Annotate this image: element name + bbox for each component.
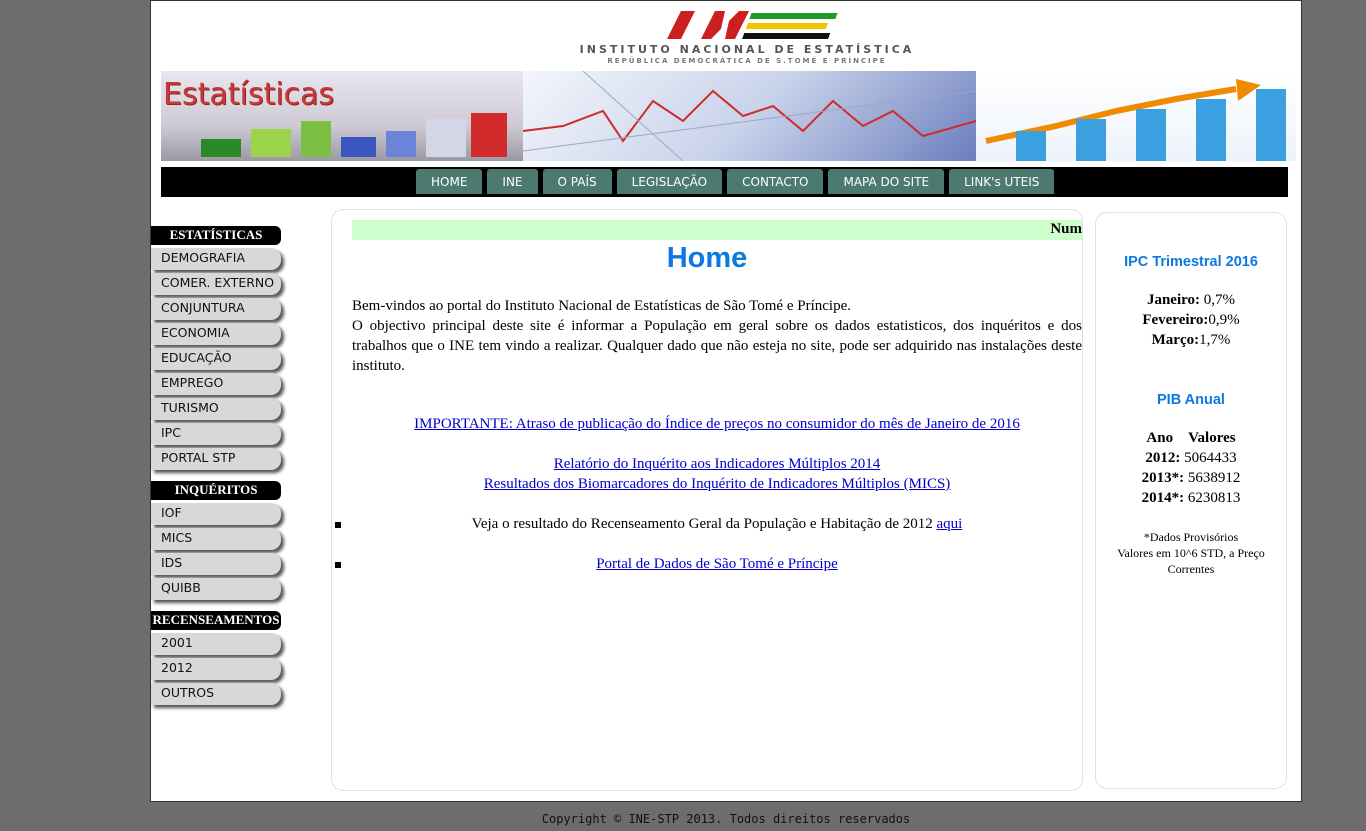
sidebar-title-inqueritos: INQUÉRITOS (151, 481, 281, 500)
important-notice-link[interactable]: IMPORTANTE: Atraso de publicação do Índi… (414, 416, 1020, 432)
logo-subtitle: REPÚBLICA DEMOCRÁTICA DE S.TOMÉ E PRÍNCI… (607, 57, 887, 65)
page-container: INSTITUTO NACIONAL DE ESTATÍSTICA REPÚBL… (150, 0, 1302, 802)
sidebar-item-emprego[interactable]: EMPREGO (151, 373, 281, 395)
ine-logo (667, 11, 838, 39)
ticker-text: Num (1050, 221, 1082, 237)
nav-mapa-do-site[interactable]: MAPA DO SITE (828, 169, 945, 194)
pib-label: 2014*: (1141, 490, 1185, 506)
provisional-note: *Dados Provisórios (1143, 530, 1239, 544)
footer-copyright: Copyright © INE-STP 2013. Todos direitos… (541, 812, 911, 826)
banner-right-image (976, 71, 1296, 161)
ipc-row: Março:1,7% (1096, 332, 1286, 349)
intro-text: Bem-vindos ao portal do Instituto Nacion… (352, 296, 1082, 376)
sidebar-item-conjuntura[interactable]: CONJUNTURA (151, 298, 281, 320)
sidebar-item-2012[interactable]: 2012 (151, 658, 281, 680)
pib-label: 2012: (1145, 450, 1181, 466)
banner-left-image: Estatísticas (161, 71, 523, 161)
nav-ine[interactable]: INE (487, 169, 538, 194)
sidebar-item-educacao[interactable]: EDUCAÇÃO (151, 348, 281, 370)
sidebar-item-comer-externo[interactable]: COMER. EXTERNO (151, 273, 281, 295)
mics-biomarkers-link[interactable]: Resultados dos Biomarcadores do Inquérit… (484, 476, 951, 492)
logo-title: INSTITUTO NACIONAL DE ESTATÍSTICA (579, 43, 915, 56)
pib-label: 2013*: (1141, 470, 1185, 486)
nav-links-uteis[interactable]: LINK's UTEIS (949, 169, 1055, 194)
ipc-label: Março: (1151, 332, 1200, 348)
ipc-label: Fevereiro: (1142, 312, 1209, 328)
sidebar-title-estatisticas: ESTATÍSTICAS (151, 226, 281, 245)
ipc-value: 0,9% (1208, 312, 1240, 328)
banner: Estatísticas (161, 71, 1296, 161)
nav-contacto[interactable]: CONTACTO (727, 169, 824, 194)
pib-header: Ano Valores (1096, 430, 1286, 447)
intro-line-2: O objectivo principal deste site é infor… (352, 318, 1082, 374)
ipc-title: IPC Trimestral 2016 (1124, 254, 1258, 270)
sidebar-item-iof[interactable]: IOF (151, 503, 281, 525)
banner-middle-image (522, 71, 977, 161)
pib-row: 2013*: 5638912 (1096, 470, 1286, 487)
pib-value: 5638912 (1184, 470, 1241, 486)
pib-title: PIB Anual (1157, 392, 1225, 408)
ipc-value: 1,7% (1199, 332, 1231, 348)
ipc-row: Fevereiro:0,9% (1096, 312, 1286, 329)
pib-row: 2012: 5064433 (1096, 450, 1286, 467)
census-text: Veja o resultado do Recenseamento Geral … (471, 516, 933, 532)
sidebar-item-economia[interactable]: ECONOMIA (151, 323, 281, 345)
units-note: Valores em 10^6 STD, a Preço Correntes (1117, 546, 1265, 576)
sidebar-item-quibb[interactable]: QUIBB (151, 578, 281, 600)
pib-value: 6230813 (1184, 490, 1241, 506)
nav-home[interactable]: HOME (416, 169, 483, 194)
nav-legislacao[interactable]: LEGISLAÇÃO (616, 169, 723, 194)
sidebar-item-ipc[interactable]: IPC (151, 423, 281, 445)
data-portal-link[interactable]: Portal de Dados de São Tomé e Príncipe (596, 556, 838, 572)
nav-o-pais[interactable]: O PAÍS (542, 169, 612, 194)
sidebar-item-portal-stp[interactable]: PORTAL STP (151, 448, 281, 470)
bullet-icon (335, 562, 341, 568)
ipc-value: 0,7% (1200, 292, 1236, 308)
pib-header-ano: Ano (1146, 430, 1174, 446)
bullet-icon (335, 522, 341, 528)
sidebar-item-turismo[interactable]: TURISMO (151, 398, 281, 420)
indicators-panel: IPC Trimestral 2016 Janeiro: 0,7% Fevere… (1095, 212, 1287, 789)
line-graph-graphic (522, 71, 977, 161)
news-ticker: Num (352, 220, 1082, 240)
intro-line-1: Bem-vindos ao portal do Instituto Nacion… (352, 298, 851, 314)
mics-report-link[interactable]: Relatório do Inquérito aos Indicadores M… (554, 456, 881, 472)
main-content: Num Home Bem-vindos ao portal do Institu… (331, 209, 1083, 791)
sidebar-item-demografia[interactable]: DEMOGRAFIA (151, 248, 281, 270)
sidebar-item-outros[interactable]: OUTROS (151, 683, 281, 705)
bar-graphic (201, 113, 507, 157)
sidebar-item-ids[interactable]: IDS (151, 553, 281, 575)
ipc-label: Janeiro: (1146, 292, 1201, 308)
pib-value: 5064433 (1180, 450, 1237, 466)
header: INSTITUTO NACIONAL DE ESTATÍSTICA REPÚBL… (161, 1, 1296, 71)
page-title: Home (666, 242, 748, 274)
growth-chart-graphic (985, 79, 1286, 161)
main-navigation: HOME INE O PAÍS LEGISLAÇÃO CONTACTO MAPA… (161, 167, 1288, 197)
pib-header-valores: Valores (1188, 430, 1236, 446)
sidebar-title-recenseamentos: RECENSEAMENTOS (151, 611, 281, 630)
census-link[interactable]: aqui (937, 516, 963, 532)
sidebar-item-mics[interactable]: MICS (151, 528, 281, 550)
sidebar-item-2001[interactable]: 2001 (151, 633, 281, 655)
pib-row: 2014*: 6230813 (1096, 490, 1286, 507)
ipc-row: Janeiro: 0,7% (1096, 292, 1286, 309)
